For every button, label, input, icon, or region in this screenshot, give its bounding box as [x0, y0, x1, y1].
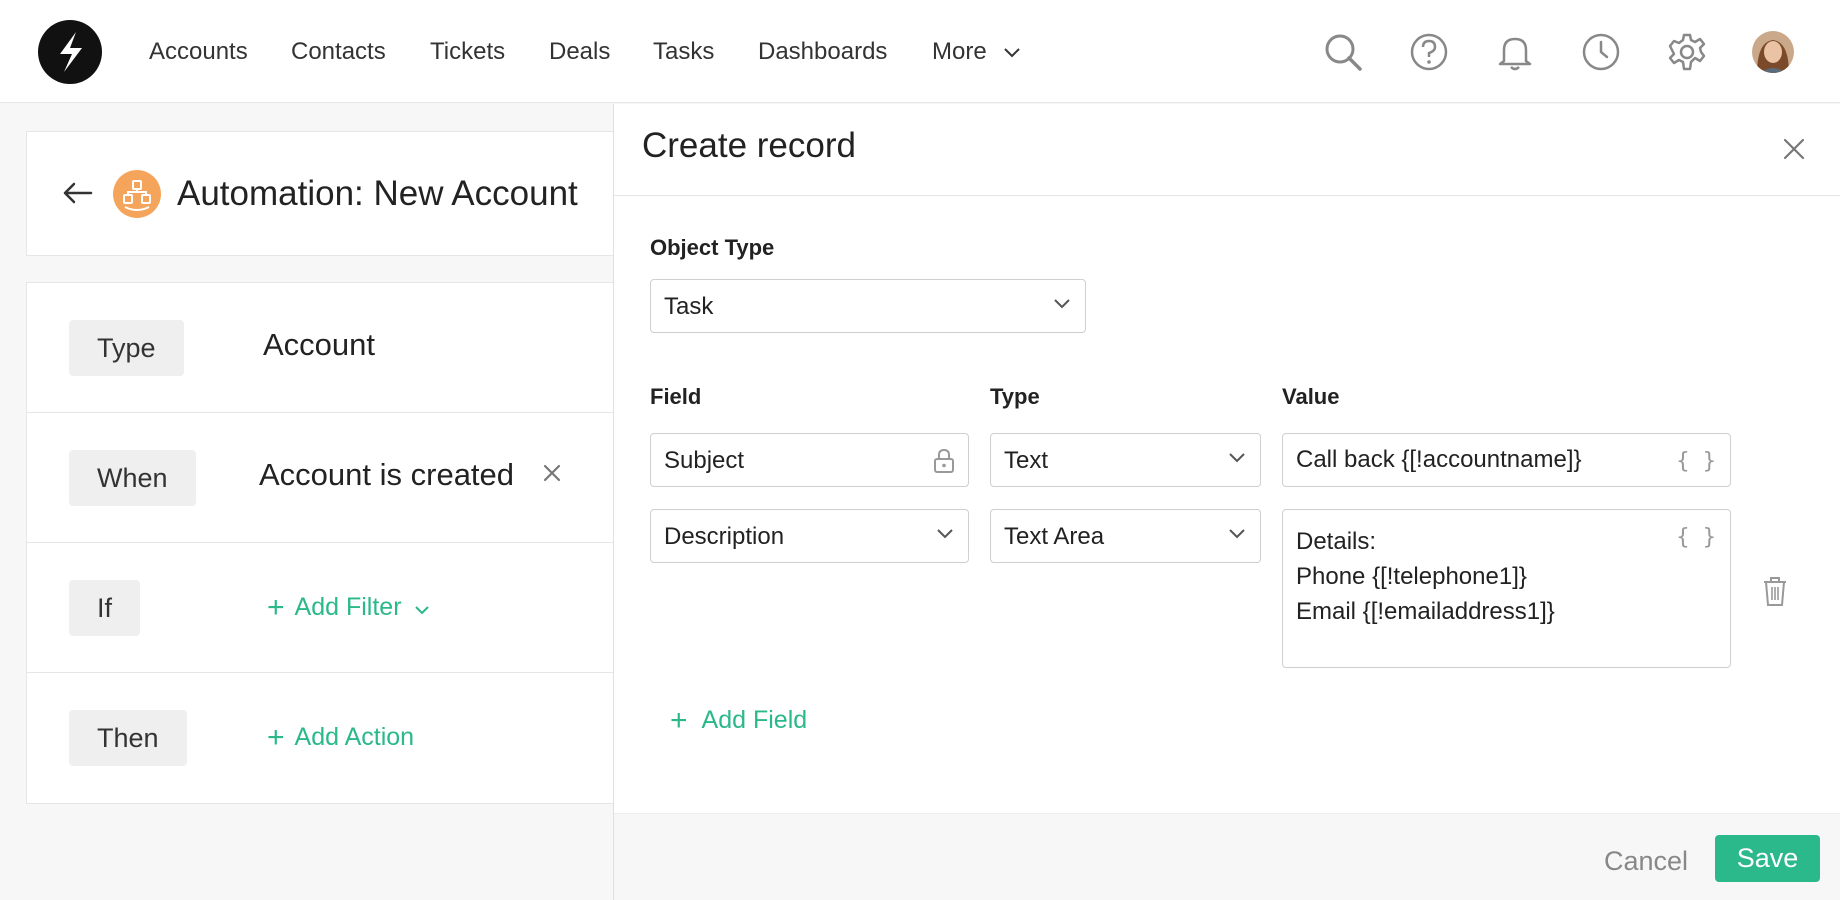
if-pill: If [69, 580, 141, 636]
field-column-label: Field [650, 384, 702, 409]
chevron-down-icon [1229, 529, 1245, 539]
plus-icon: + [267, 721, 285, 754]
type-select-subject[interactable]: Text [990, 433, 1261, 487]
add-filter-label: Add Filter [294, 593, 402, 621]
page-title: Automation: New Account [177, 174, 578, 213]
value-line: Details: [1296, 528, 1377, 555]
close-icon[interactable] [1777, 132, 1811, 166]
chevron-down-icon [415, 606, 430, 615]
create-record-drawer: Create record Object Type Task Field Typ… [613, 104, 1840, 900]
back-arrow-icon[interactable] [61, 176, 95, 210]
nav-deals[interactable]: Deals [549, 38, 610, 66]
nav-dashboards[interactable]: Dashboards [758, 38, 887, 66]
type-select-description[interactable]: Text Area [990, 509, 1261, 563]
gear-icon[interactable] [1665, 30, 1709, 74]
type-pill: Type [69, 320, 184, 376]
insert-placeholder-button[interactable]: { } [1676, 520, 1716, 555]
then-pill: Then [69, 710, 187, 766]
field-select-description[interactable]: Description [650, 509, 969, 563]
logo[interactable] [38, 20, 102, 84]
drawer-title: Create record [642, 126, 856, 165]
nav-more-label: More [932, 38, 987, 65]
drawer-header: Create record [614, 104, 1840, 196]
chevron-down-icon [937, 529, 953, 539]
cancel-button[interactable]: Cancel [1604, 846, 1688, 877]
type-column-label: Type [990, 384, 1040, 409]
automation-rows: Type Account When Account is created If … [26, 282, 626, 804]
value-textarea-description[interactable]: Details: Phone {[!telephone1]} Email {[!… [1282, 509, 1731, 668]
field-type: Text [1004, 447, 1049, 474]
bell-icon[interactable] [1493, 30, 1537, 74]
help-icon[interactable] [1407, 30, 1451, 74]
search-icon[interactable] [1321, 30, 1365, 74]
object-type-label: Object Type [650, 235, 775, 260]
chevron-down-icon [1229, 453, 1245, 463]
logo-icon [60, 32, 82, 72]
top-nav: Accounts Contacts Tickets Deals Tasks Da… [0, 0, 1840, 103]
automation-icon [113, 170, 161, 218]
automation-header: Automation: New Account [26, 131, 626, 256]
nav-accounts[interactable]: Accounts [149, 38, 248, 66]
when-pill: When [69, 450, 196, 506]
lock-icon [934, 448, 954, 473]
value-line: Phone {[!telephone1]} [1296, 563, 1527, 590]
type-row: Type Account [27, 283, 625, 413]
remove-trigger-icon[interactable] [537, 458, 567, 488]
trash-icon[interactable] [1760, 574, 1790, 608]
field-value: Call back {[!accountname]} [1296, 446, 1582, 473]
when-row: When Account is created [27, 413, 625, 543]
value-line: Email {[!emailaddress1]} [1296, 598, 1555, 625]
add-action-label: Add Action [294, 723, 415, 751]
clock-icon[interactable] [1579, 30, 1623, 74]
plus-icon: + [670, 704, 688, 737]
add-filter-button[interactable]: + Add Filter [267, 591, 430, 625]
add-action-button[interactable]: + Add Action [267, 721, 414, 755]
drawer-footer: Cancel Save [614, 813, 1840, 900]
value-input-subject[interactable]: Call back {[!accountname]} { } [1282, 433, 1731, 487]
field-select-subject: Subject [650, 433, 969, 487]
nav-tickets[interactable]: Tickets [430, 38, 505, 66]
if-row: If + Add Filter [27, 543, 625, 673]
object-type-select[interactable]: Task [650, 279, 1086, 333]
then-row: Then + Add Action [27, 673, 625, 803]
type-value[interactable]: Account [263, 327, 375, 363]
nav-more[interactable]: More [932, 38, 1021, 66]
add-field-label: Add Field [701, 706, 808, 734]
when-value[interactable]: Account is created [259, 457, 514, 493]
avatar[interactable] [1751, 30, 1795, 74]
field-name: Subject [664, 447, 745, 474]
insert-placeholder-button[interactable]: { } [1676, 444, 1716, 479]
object-type-value: Task [664, 293, 714, 320]
nav-contacts[interactable]: Contacts [291, 38, 386, 66]
chevron-down-icon [1004, 47, 1021, 58]
save-button[interactable]: Save [1715, 835, 1820, 882]
field-type: Text Area [1004, 523, 1105, 550]
plus-icon: + [267, 591, 285, 624]
workflow-icon [123, 180, 151, 211]
chevron-down-icon [1054, 299, 1070, 309]
nav-tasks[interactable]: Tasks [653, 38, 714, 66]
field-name: Description [664, 523, 785, 550]
add-field-button[interactable]: + Add Field [670, 704, 807, 738]
value-column-label: Value [1282, 384, 1340, 409]
